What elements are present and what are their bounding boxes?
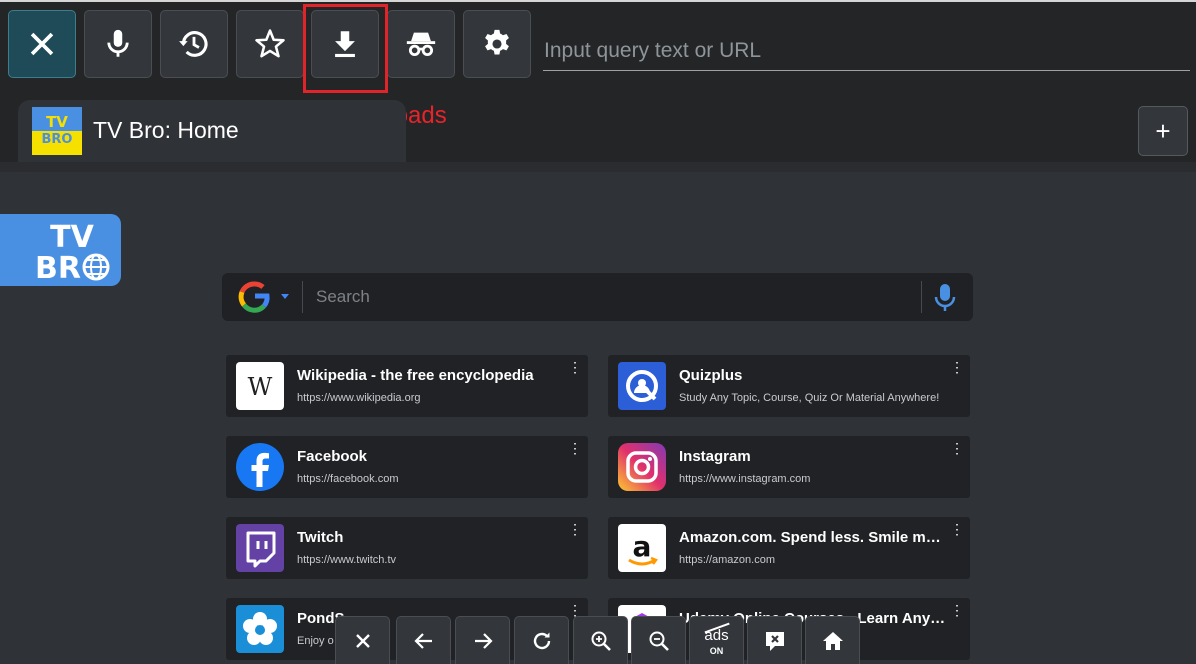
downloads-highlight-box <box>303 4 388 93</box>
ponds-icon <box>236 605 284 653</box>
close-button[interactable] <box>8 10 76 78</box>
google-icon <box>238 281 289 313</box>
history-button[interactable] <box>160 10 228 78</box>
svg-text:W: W <box>248 373 273 401</box>
more-options-icon[interactable]: ⋮ <box>568 522 582 536</box>
gear-icon <box>485 29 509 55</box>
back-icon <box>413 632 432 649</box>
shortcut-card[interactable]: a Amazon.com. Spend less. Smile more. ht… <box>608 517 970 579</box>
shortcut-card[interactable]: W Wikipedia - the free encyclopedia http… <box>226 355 588 417</box>
shortcut-card[interactable]: Quizplus Study Any Topic, Course, Quiz O… <box>608 355 970 417</box>
close-icon <box>30 32 54 56</box>
microphone-icon <box>107 29 129 57</box>
tab-title: TV Bro: Home <box>93 117 239 143</box>
url-input[interactable]: Input query text or URL <box>543 32 1190 71</box>
forward-button[interactable] <box>455 616 510 664</box>
forward-icon <box>474 632 493 649</box>
tv-bro-logo: TV BR <box>0 214 121 286</box>
new-tab-button[interactable]: + <box>1138 106 1188 156</box>
more-options-icon[interactable]: ⋮ <box>950 360 964 374</box>
facebook-icon <box>236 443 284 491</box>
shortcut-url: Study Any Topic, Course, Quiz Or Materia… <box>679 392 940 404</box>
search-placeholder: Search <box>316 287 370 306</box>
shortcut-card[interactable]: Twitch https://www.twitch.tv ⋮ <box>226 517 588 579</box>
wikipedia-icon: W <box>236 362 284 410</box>
refresh-icon <box>533 632 550 649</box>
zoom-in-button[interactable] <box>573 616 628 664</box>
quizplus-icon <box>618 362 666 410</box>
svg-text:TV: TV <box>50 220 94 255</box>
more-options-icon[interactable]: ⋮ <box>950 441 964 455</box>
shortcut-url: https://facebook.com <box>297 473 399 485</box>
ads-toggle[interactable]: ads ON <box>689 616 744 664</box>
page-content <box>0 172 1196 664</box>
search-divider <box>921 281 922 313</box>
shortcut-title: Facebook <box>297 448 368 465</box>
twitch-icon <box>236 524 284 572</box>
shortcut-url: https://amazon.com <box>679 554 775 566</box>
more-options-icon[interactable]: ⋮ <box>950 522 964 536</box>
more-options-icon[interactable]: ⋮ <box>568 441 582 455</box>
star-icon <box>255 29 285 58</box>
tv-bro-icon: TV BRO <box>32 107 82 155</box>
favorites-button[interactable] <box>236 10 304 78</box>
voice-search-button[interactable] <box>84 10 152 78</box>
shortcut-title: Twitch <box>297 529 344 546</box>
incognito-button[interactable] <box>387 10 455 78</box>
shortcut-url: https://www.wikipedia.org <box>297 392 421 404</box>
more-options-icon[interactable]: ⋮ <box>568 360 582 374</box>
svg-text:BR: BR <box>35 251 81 286</box>
zoom-in-icon <box>591 631 611 651</box>
shortcut-title: Wikipedia - the free encyclopedia <box>297 367 534 384</box>
search-divider <box>302 281 303 313</box>
svg-text:BRO: BRO <box>42 132 73 147</box>
shortcut-title: Instagram <box>679 448 751 465</box>
shortcut-card[interactable]: Instagram https://www.instagram.com ⋮ <box>608 436 970 498</box>
ads-state: ON <box>709 645 724 656</box>
tab-home[interactable]: TV BRO TV Bro: Home <box>18 100 406 162</box>
close-menu-button[interactable] <box>335 616 390 664</box>
shortcut-url: https://www.instagram.com <box>679 473 811 485</box>
history-icon <box>179 31 208 57</box>
search-box[interactable]: Search <box>222 273 973 321</box>
close-tab-button[interactable] <box>747 616 802 664</box>
svg-text:TV: TV <box>46 113 68 131</box>
amazon-icon: a <box>618 524 666 572</box>
incognito-icon <box>406 32 436 57</box>
instagram-icon <box>618 443 666 491</box>
home-button[interactable] <box>805 616 860 664</box>
svg-text:a: a <box>633 530 652 563</box>
settings-button[interactable] <box>463 10 531 78</box>
shortcut-url: https://www.twitch.tv <box>297 554 397 566</box>
shortcut-card[interactable]: Facebook https://facebook.com ⋮ <box>226 436 588 498</box>
microphone-icon[interactable] <box>933 283 957 313</box>
close-icon <box>355 633 370 648</box>
home-icon <box>822 631 843 650</box>
close-tab-icon <box>765 631 784 651</box>
shortcut-title: Quizplus <box>679 367 743 384</box>
refresh-button[interactable] <box>514 616 569 664</box>
more-options-icon[interactable]: ⋮ <box>568 603 582 617</box>
zoom-out-icon <box>649 631 669 651</box>
more-options-icon[interactable]: ⋮ <box>950 603 964 617</box>
zoom-out-button[interactable] <box>631 616 686 664</box>
back-button[interactable] <box>396 616 451 664</box>
toolbar: Input query text or URL Downloads TV BRO… <box>0 0 1196 174</box>
shortcut-title: Amazon.com. Spend less. Smile more. <box>679 529 949 546</box>
